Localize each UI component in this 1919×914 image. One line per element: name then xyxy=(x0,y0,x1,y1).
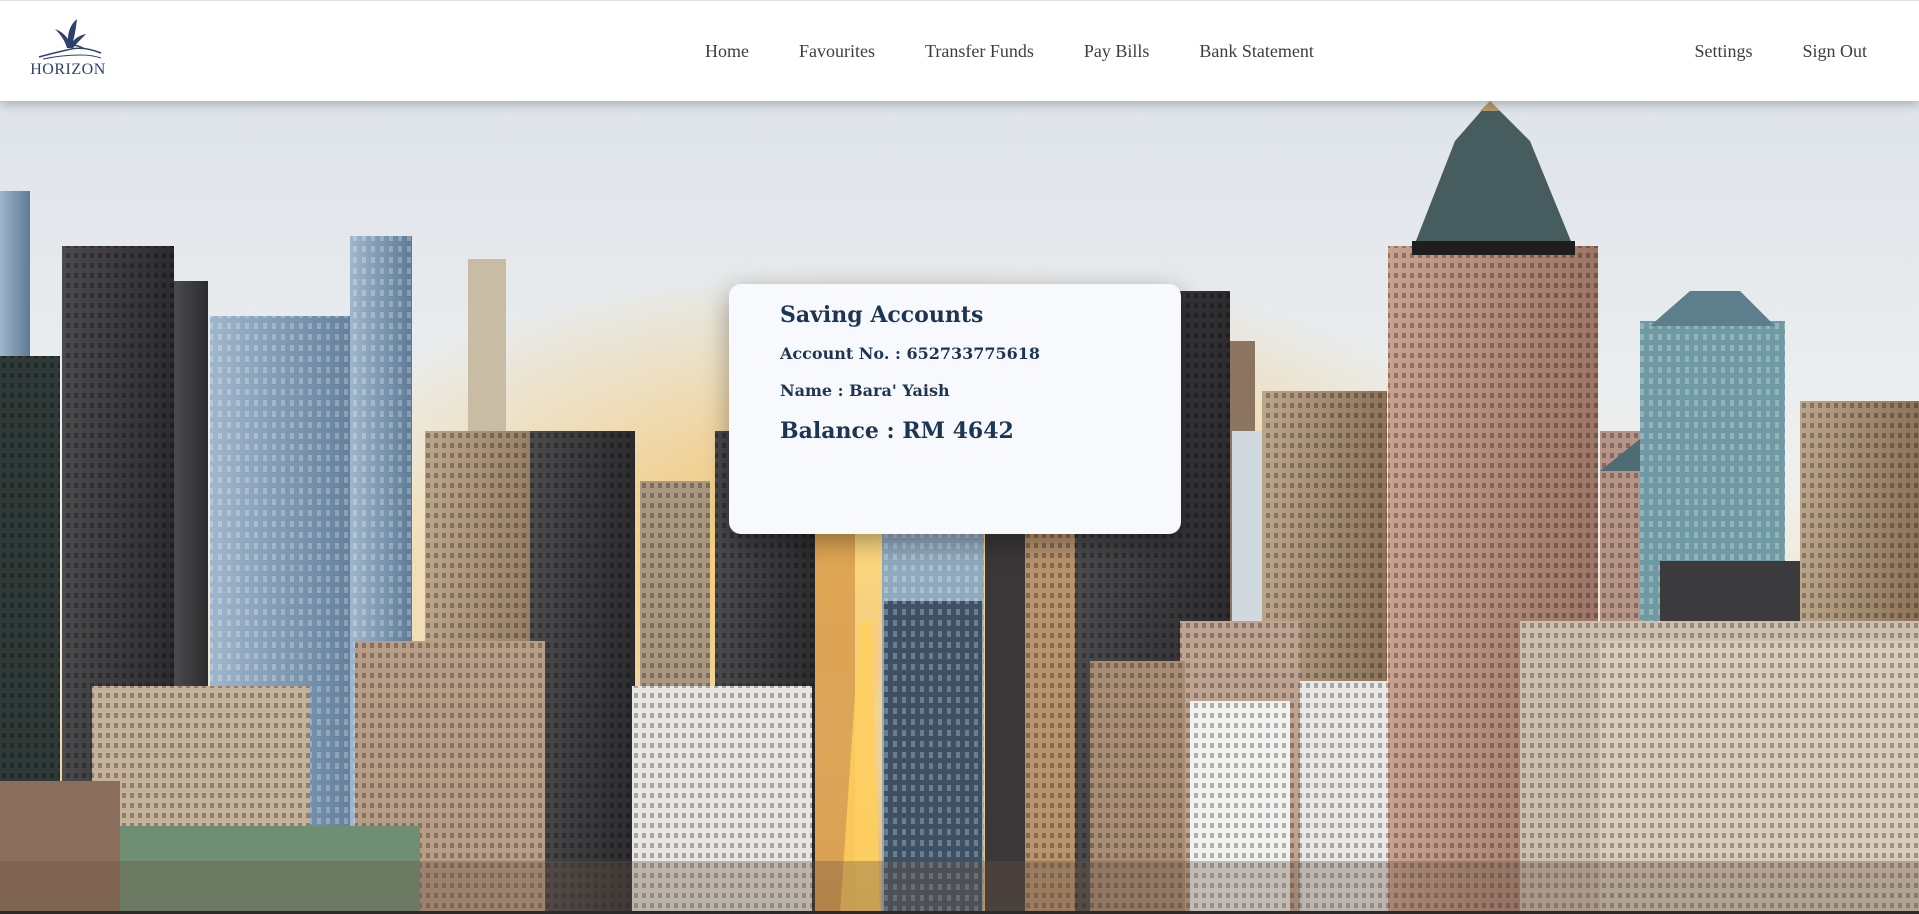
account-number-value: 652733775618 xyxy=(906,344,1041,363)
brand-name: HORIZON xyxy=(30,61,106,78)
account-balance-row: Balance : RM 4642 xyxy=(780,418,1181,444)
top-navbar: HORIZON Home Favourites Transfer Funds P… xyxy=(0,0,1919,101)
account-type-title: Saving Accounts xyxy=(780,302,984,328)
nav-sign-out[interactable]: Sign Out xyxy=(1802,41,1867,62)
account-name-value: Bara' Yaish xyxy=(849,381,950,400)
account-name-row: Name : Bara' Yaish xyxy=(780,381,1181,400)
account-number-label: Account No. : xyxy=(780,344,901,363)
account-nav: Settings Sign Out xyxy=(1644,1,1867,102)
nav-bank-statement[interactable]: Bank Statement xyxy=(1199,41,1313,62)
bird-icon xyxy=(38,19,102,60)
account-summary-card: Saving Accounts Account No. : 6527337756… xyxy=(729,284,1181,534)
hero-background: Saving Accounts Account No. : 6527337756… xyxy=(0,101,1919,914)
brand-logo[interactable]: HORIZON xyxy=(26,15,110,81)
nav-transfer-funds[interactable]: Transfer Funds xyxy=(925,41,1034,62)
account-balance-label: Balance : xyxy=(780,418,895,444)
nav-home[interactable]: Home xyxy=(705,41,749,62)
account-balance-value: RM 4642 xyxy=(902,418,1014,444)
account-name-label: Name : xyxy=(780,381,844,400)
nav-settings[interactable]: Settings xyxy=(1694,41,1752,62)
account-number-row: Account No. : 652733775618 xyxy=(780,344,1181,363)
main-nav: Home Favourites Transfer Funds Pay Bills… xyxy=(705,1,1364,102)
nav-favourites[interactable]: Favourites xyxy=(799,41,875,62)
nav-pay-bills[interactable]: Pay Bills xyxy=(1084,41,1150,62)
